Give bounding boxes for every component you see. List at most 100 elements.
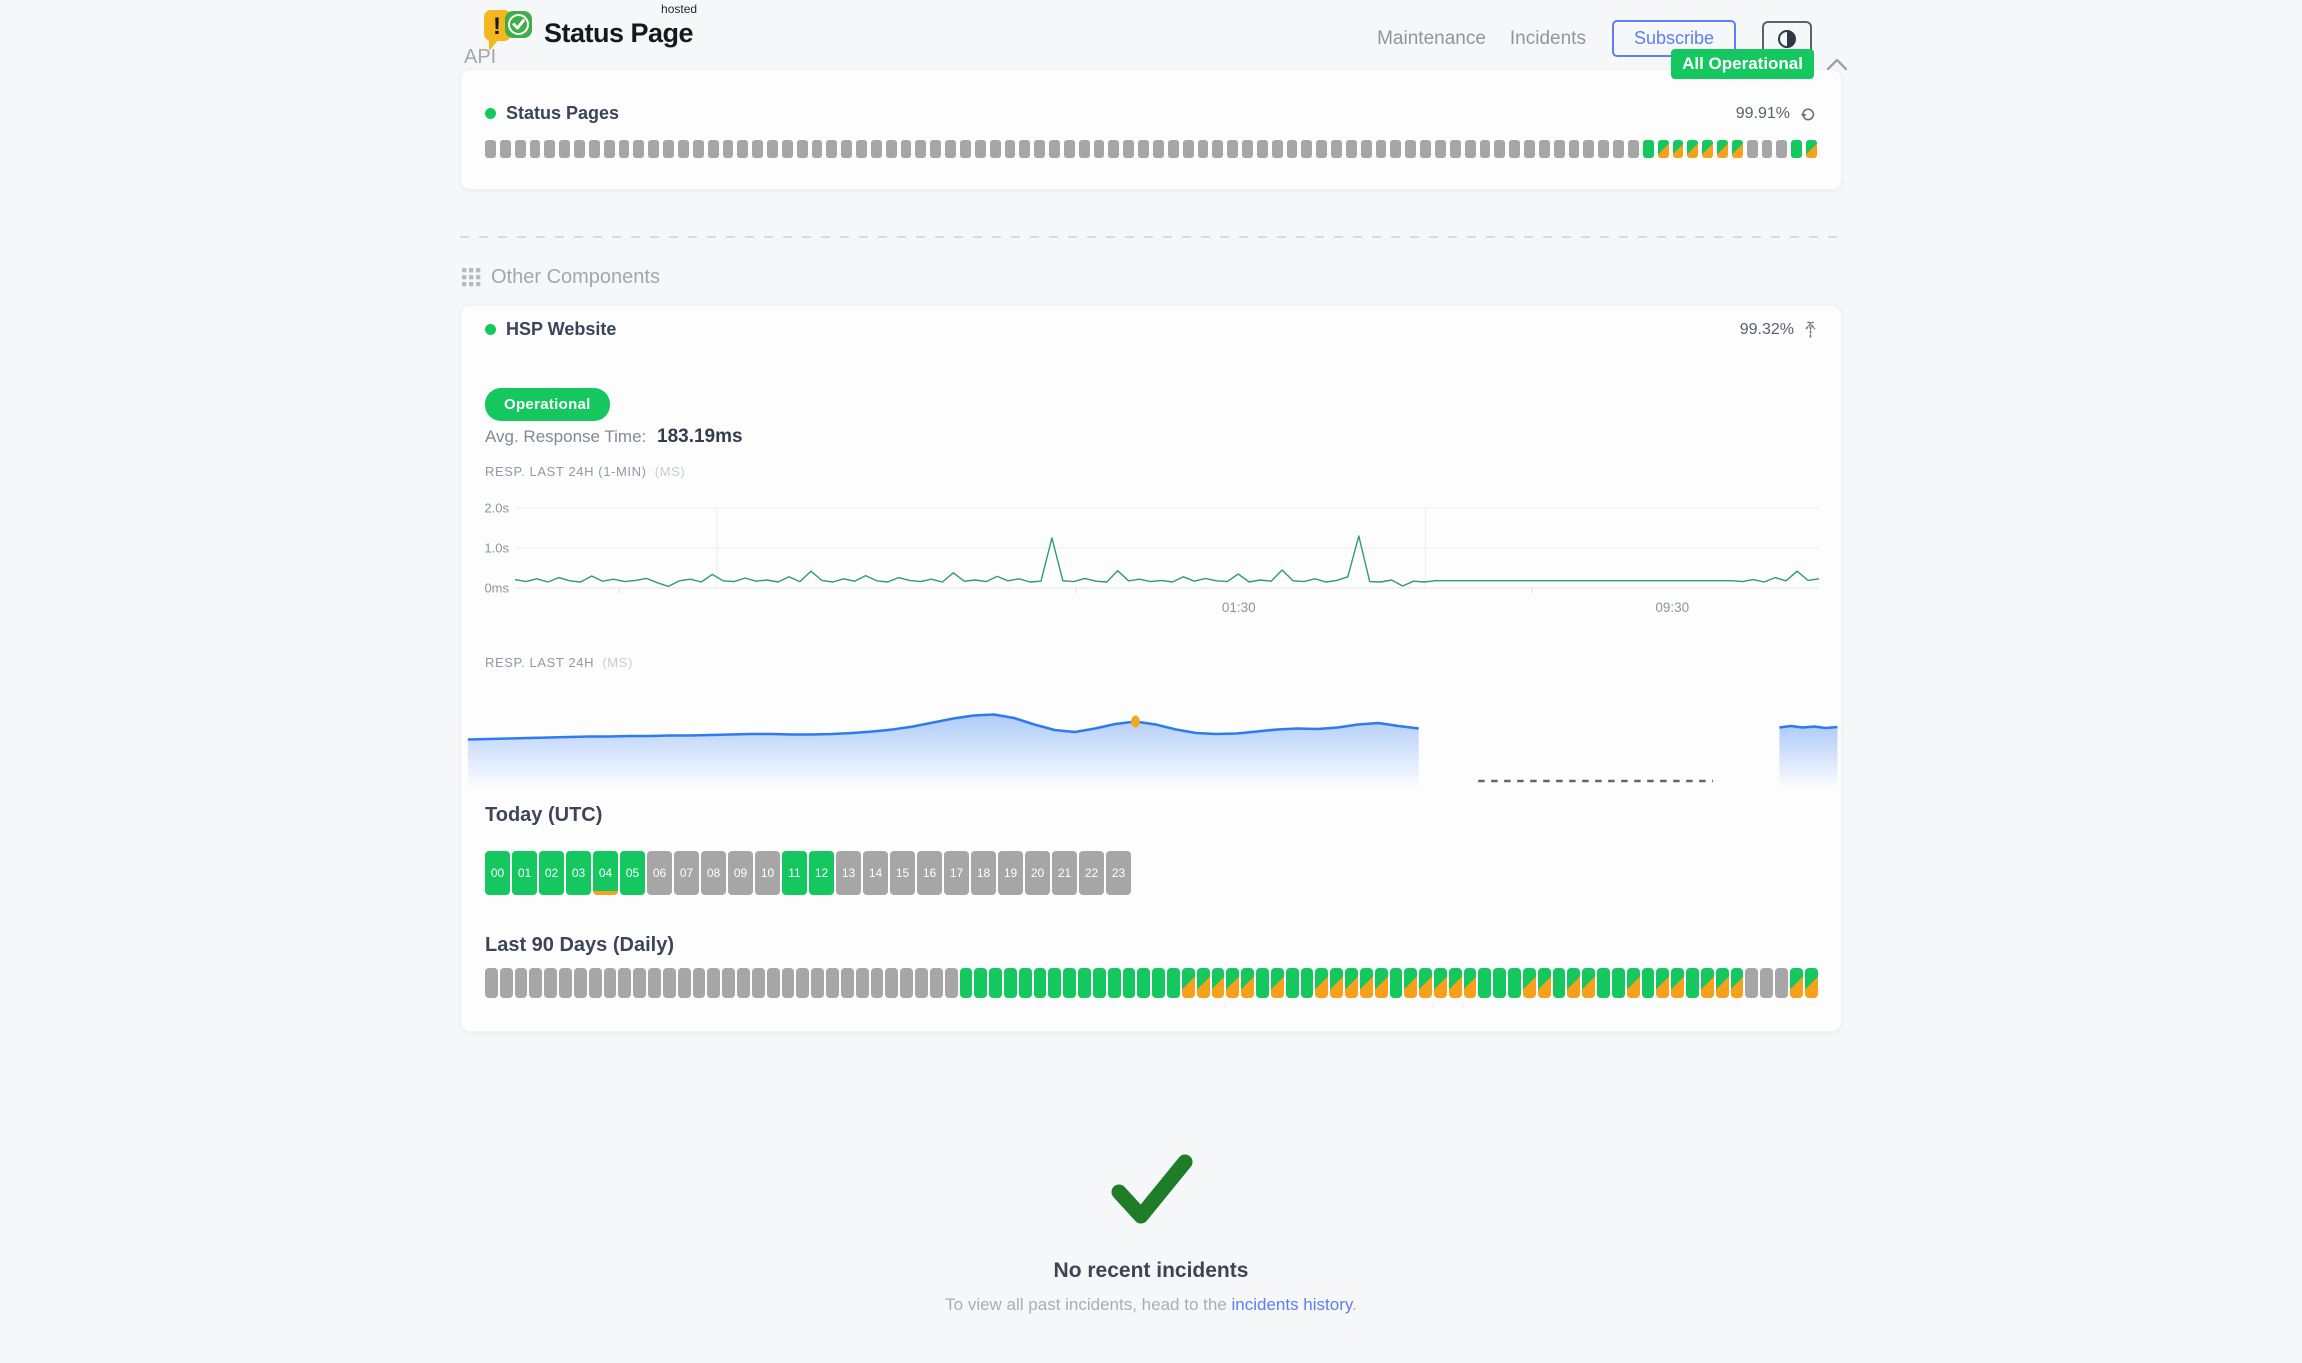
uptime-bar[interactable] — [1064, 140, 1075, 158]
uptime-bar[interactable] — [1747, 140, 1758, 158]
uptime-bar[interactable] — [871, 968, 884, 998]
uptime-bar[interactable] — [930, 140, 941, 158]
uptime-bar[interactable] — [1554, 140, 1565, 158]
uptime-bar[interactable] — [841, 968, 854, 998]
uptime-bar[interactable] — [500, 140, 511, 158]
uptime-bar[interactable] — [752, 968, 765, 998]
uptime-bar[interactable] — [856, 140, 867, 158]
uptime-bar[interactable] — [485, 968, 498, 998]
uptime-bar[interactable] — [693, 140, 704, 158]
uptime-bar[interactable] — [589, 968, 602, 998]
uptime-bar[interactable] — [663, 140, 674, 158]
uptime-bar[interactable] — [826, 968, 839, 998]
response-time-area-chart[interactable] — [461, 684, 1843, 799]
uptime-bar[interactable] — [886, 140, 897, 158]
uptime-bar[interactable] — [960, 968, 973, 998]
uptime-bar[interactable] — [678, 140, 689, 158]
chevron-up-icon[interactable] — [1826, 58, 1848, 71]
uptime-bar[interactable] — [485, 140, 496, 158]
uptime-bar[interactable] — [529, 968, 542, 998]
uptime-bar[interactable] — [1019, 968, 1032, 998]
uptime-bar[interactable] — [1078, 968, 1091, 998]
uptime-bar[interactable] — [1360, 968, 1373, 998]
uptime-bar[interactable] — [1775, 968, 1788, 998]
hour-block-07[interactable]: 07 — [674, 851, 699, 895]
uptime-bar[interactable] — [1108, 140, 1119, 158]
uptime-bar[interactable] — [574, 140, 585, 158]
uptime-bar[interactable] — [633, 140, 644, 158]
uptime-bar[interactable] — [1048, 968, 1061, 998]
uptime-bar[interactable] — [1732, 140, 1743, 158]
uptime-bar[interactable] — [901, 140, 912, 158]
uptime-bar[interactable] — [1760, 968, 1773, 998]
uptime-bar[interactable] — [1583, 140, 1594, 158]
uptime-bar[interactable] — [574, 968, 587, 998]
uptime-bar[interactable] — [1628, 140, 1639, 158]
uptime-bar[interactable] — [1762, 140, 1773, 158]
uptime-bar[interactable] — [1702, 140, 1713, 158]
uptime-bar[interactable] — [841, 140, 852, 158]
uptime-bar[interactable] — [1687, 140, 1698, 158]
uptime-bar[interactable] — [975, 140, 986, 158]
uptime-bar[interactable] — [1330, 968, 1343, 998]
uptime-bar[interactable] — [1435, 140, 1446, 158]
uptime-bar[interactable] — [1508, 968, 1521, 998]
uptime-bar[interactable] — [1257, 140, 1268, 158]
uptime-bar[interactable] — [544, 968, 557, 998]
uptime-bar[interactable] — [1420, 140, 1431, 158]
uptime-bar[interactable] — [1034, 140, 1045, 158]
hour-block-19[interactable]: 19 — [998, 851, 1023, 895]
uptime-bar[interactable] — [1153, 140, 1164, 158]
uptime-bar[interactable] — [723, 140, 734, 158]
uptime-bar[interactable] — [707, 968, 720, 998]
uptime-bar[interactable] — [812, 140, 823, 158]
uptime-bar[interactable] — [1658, 140, 1669, 158]
response-time-line-chart[interactable]: 2.0s1.0s0ms01:3009:30 — [485, 501, 1819, 616]
uptime-bar[interactable] — [752, 140, 763, 158]
uptime-bar[interactable] — [871, 140, 882, 158]
uptime-bar[interactable] — [1093, 968, 1106, 998]
uptime-bar[interactable] — [737, 140, 748, 158]
uptime-bar[interactable] — [1227, 140, 1238, 158]
uptime-bar[interactable] — [1168, 140, 1179, 158]
uptime-bar[interactable] — [604, 140, 615, 158]
uptime-bar[interactable] — [1404, 968, 1417, 998]
uptime-bar[interactable] — [559, 968, 572, 998]
uptime-bar[interactable] — [811, 968, 824, 998]
uptime-bar[interactable] — [1271, 968, 1284, 998]
refresh-icon[interactable] — [1800, 106, 1817, 121]
uptime-bar[interactable] — [1034, 968, 1047, 998]
uptime-bar[interactable] — [1316, 140, 1327, 158]
hour-block-06[interactable]: 06 — [647, 851, 672, 895]
uptime-bar[interactable] — [1509, 140, 1520, 158]
uptime-bar[interactable] — [633, 968, 646, 998]
hour-block-08[interactable]: 08 — [701, 851, 726, 895]
hour-block-10[interactable]: 10 — [755, 851, 780, 895]
uptime-bar[interactable] — [1642, 968, 1655, 998]
incidents-history-link[interactable]: incidents history — [1231, 1295, 1352, 1314]
uptime-bar[interactable] — [1212, 968, 1225, 998]
uptime-bar[interactable] — [663, 968, 676, 998]
uptime-bar[interactable] — [782, 968, 795, 998]
uptime-bar[interactable] — [797, 140, 808, 158]
hour-block-23[interactable]: 23 — [1106, 851, 1131, 895]
uptime-bar[interactable] — [767, 968, 780, 998]
uptime-bar[interactable] — [1286, 968, 1299, 998]
uptime-bar[interactable] — [1241, 968, 1254, 998]
chart-marker[interactable] — [1131, 716, 1140, 728]
uptime-bar[interactable] — [1226, 968, 1239, 998]
uptime-bar[interactable] — [960, 140, 971, 158]
nav-maintenance[interactable]: Maintenance — [1377, 28, 1486, 50]
uptime-bar[interactable] — [1598, 140, 1609, 158]
uptime-bar[interactable] — [1449, 968, 1462, 998]
uptime-bar[interactable] — [1776, 140, 1787, 158]
uptime-bar[interactable] — [1182, 968, 1195, 998]
hour-block-01[interactable]: 01 — [512, 851, 537, 895]
uptime-bar[interactable] — [722, 968, 735, 998]
uptime-bar[interactable] — [589, 140, 600, 158]
uptime-bar[interactable] — [530, 140, 541, 158]
uptime-bar[interactable] — [1613, 140, 1624, 158]
uptime-bar[interactable] — [1183, 140, 1194, 158]
uptime-bar[interactable] — [1553, 968, 1566, 998]
hour-block-02[interactable]: 02 — [539, 851, 564, 895]
